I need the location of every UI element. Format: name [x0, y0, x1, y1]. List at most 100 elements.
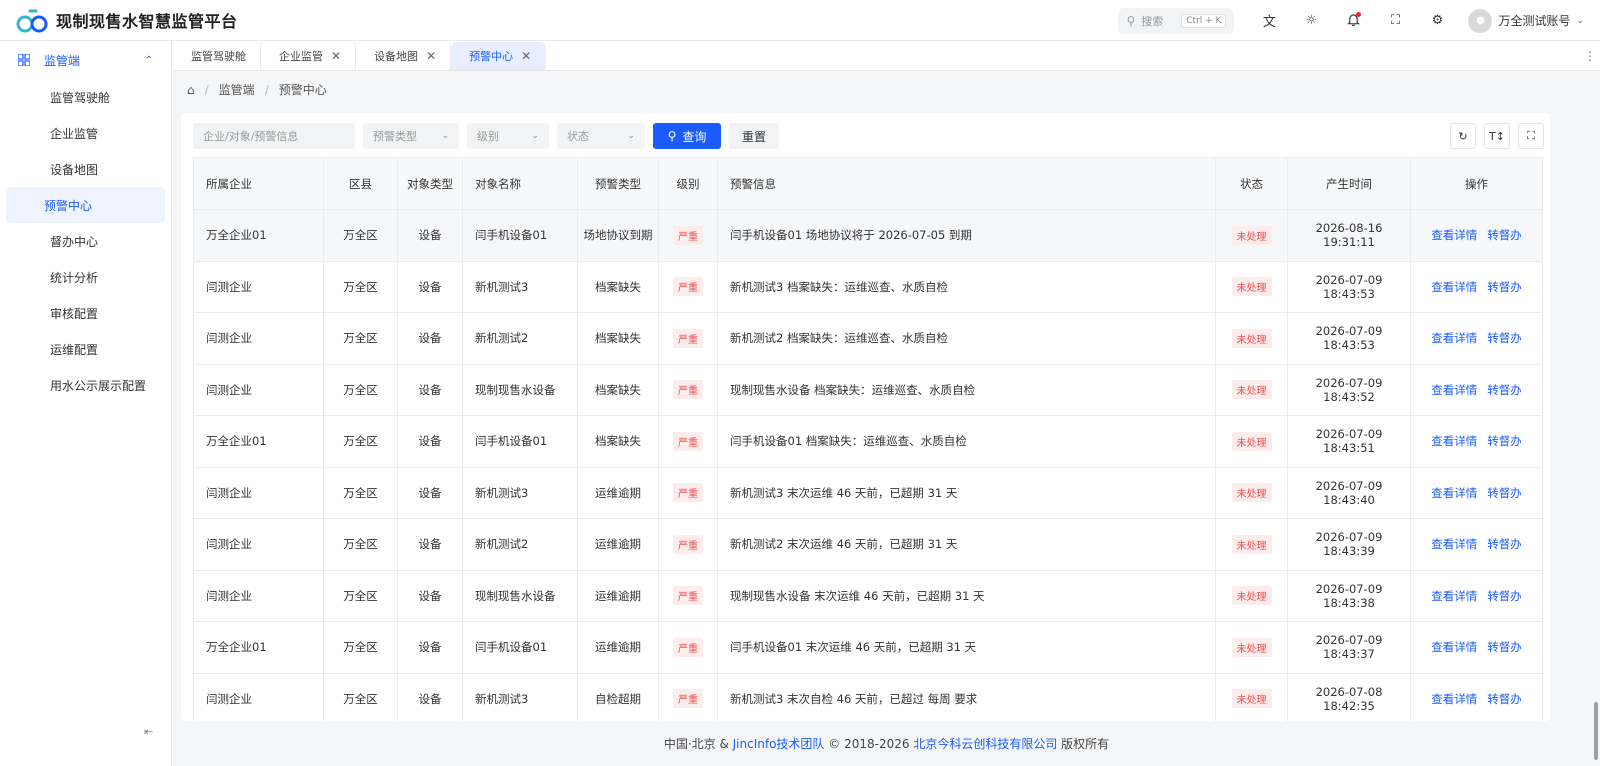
refresh-icon[interactable]: ↻ [1450, 123, 1476, 149]
table-row[interactable]: 闫测企业 万全区 设备 新机测试3 自检超期 严重 新机测试3 末次自检 46 天前，已超过… [193, 672, 1543, 725]
view-detail-link[interactable]: 查看详情 [1431, 228, 1477, 242]
view-detail-link[interactable]: 查看详情 [1431, 537, 1477, 551]
escalate-link[interactable]: 转督办 [1487, 640, 1522, 654]
notification-bell-icon[interactable] [1339, 7, 1367, 35]
search-shortcut: Ctrl + K [1181, 13, 1227, 28]
cell-alert-type: 档案缺失 [577, 415, 659, 468]
settings-gear-icon[interactable]: ⚙ [1423, 7, 1451, 35]
close-icon[interactable]: ✕ [426, 49, 436, 63]
tab-device-map[interactable]: 设备地图 ✕ [356, 42, 452, 70]
escalate-link[interactable]: 转督办 [1487, 692, 1522, 706]
table-row[interactable]: 闫测企业 万全区 设备 新机测试2 档案缺失 严重 新机测试2 档案缺失：运维巡查、水质自检… [193, 312, 1543, 365]
close-icon[interactable]: ✕ [521, 49, 531, 63]
translate-icon[interactable]: 文 [1255, 7, 1283, 35]
cell-alert-info: 新机测试3 末次自检 46 天前，已超过 每周 要求 [717, 672, 1216, 725]
level-badge: 严重 [673, 277, 703, 297]
table-row[interactable]: 闫测企业 万全区 设备 新机测试3 运维逾期 严重 新机测试3 末次运维 46 天前，已超期… [193, 466, 1543, 519]
chevron-down-icon: ⌄ [531, 131, 539, 141]
escalate-link[interactable]: 转督办 [1487, 589, 1522, 603]
fullscreen-icon[interactable]: ⛶ [1381, 7, 1409, 35]
table-row[interactable]: 万全企业01 万全区 设备 闫手机设备01 运维逾期 严重 闫手机设备01 末次运维 46 … [193, 621, 1543, 674]
footer-team-link[interactable]: JincInfo技术团队 [733, 735, 825, 752]
cell-alert-info: 闫手机设备01 场地协议将于 2026-07-05 到期 [717, 209, 1216, 262]
escalate-link[interactable]: 转督办 [1487, 331, 1522, 345]
theme-sun-icon[interactable]: ☼ [1297, 7, 1325, 35]
view-detail-link[interactable]: 查看详情 [1431, 589, 1477, 603]
close-icon[interactable]: ✕ [331, 49, 341, 63]
tab-enterprise[interactable]: 企业监管 ✕ [261, 42, 357, 70]
tab-alert-center[interactable]: 预警中心 ✕ [451, 42, 547, 70]
tab-cockpit[interactable]: 监管驾驶舱 [173, 42, 261, 70]
cell-object-type: 设备 [397, 466, 463, 519]
escalate-link[interactable]: 转督办 [1487, 537, 1522, 551]
global-search[interactable]: ⚲ 搜索 Ctrl + K [1118, 7, 1235, 34]
sidebar-group-supervision[interactable]: 监管端 ⌃ [0, 41, 171, 79]
col-header: 对象名称 [462, 157, 578, 210]
cell-object-name: 新机测试3 [462, 672, 578, 725]
query-button[interactable]: ⚲ 查询 [653, 123, 721, 149]
sidebar-item-statistics[interactable]: 统计分析 [6, 259, 165, 295]
table-row[interactable]: 万全企业01 万全区 设备 闫手机设备01 场地协议到期 严重 闫手机设备01 场地协议将于… [193, 209, 1543, 262]
table-row[interactable]: 闫测企业 万全区 设备 现制现售水设备 运维逾期 严重 现制现售水设备 末次运维 46 天前… [193, 569, 1543, 622]
sidebar-item-enterprise[interactable]: 企业监管 [6, 115, 165, 151]
cell-district: 万全区 [323, 621, 398, 674]
sidebar-item-alert-center[interactable]: 预警中心 [6, 187, 165, 223]
status-badge: 未处理 [1231, 483, 1272, 503]
notification-badge [1356, 11, 1362, 17]
view-detail-link[interactable]: 查看详情 [1431, 280, 1477, 294]
footer-company-link[interactable]: 北京今科云创科技有限公司 [913, 735, 1057, 752]
cell-actions: 查看详情 转督办 [1410, 672, 1543, 725]
escalate-link[interactable]: 转督办 [1487, 486, 1522, 500]
view-detail-link[interactable]: 查看详情 [1431, 434, 1477, 448]
escalate-link[interactable]: 转督办 [1487, 280, 1522, 294]
escalate-link[interactable]: 转督办 [1487, 383, 1522, 397]
cell-object-name: 新机测试3 [462, 260, 578, 313]
status-select[interactable]: 状态 ⌄ [557, 123, 645, 149]
view-detail-link[interactable]: 查看详情 [1431, 486, 1477, 500]
cell-actions: 查看详情 转督办 [1410, 312, 1543, 365]
collapse-sidebar-icon[interactable]: ⇤ [144, 725, 153, 738]
view-detail-link[interactable]: 查看详情 [1431, 331, 1477, 345]
cell-object-name: 新机测试2 [462, 518, 578, 571]
user-menu[interactable]: ● 万全测试账号 ⌄ [1468, 8, 1584, 33]
cell-object-name: 现制现售水设备 [462, 569, 578, 622]
search-label: 搜索 [1141, 14, 1164, 28]
breadcrumb: ⌂ / 监管端 / 预警中心 [187, 81, 327, 98]
view-detail-link[interactable]: 查看详情 [1431, 692, 1477, 706]
cell-district: 万全区 [323, 672, 398, 725]
sidebar-item-ops-config[interactable]: 运维配置 [6, 331, 165, 367]
footer-prefix: 中国·北京 & [663, 737, 729, 751]
col-header: 预警信息 [717, 157, 1216, 210]
scrollbar[interactable] [1594, 702, 1598, 760]
escalate-link[interactable]: 转督办 [1487, 434, 1522, 448]
keyword-input[interactable]: 企业/对象/预警信息 [193, 123, 355, 149]
table-row[interactable]: 闫测企业 万全区 设备 现制现售水设备 档案缺失 严重 现制现售水设备 档案缺失：运维巡查、… [193, 363, 1543, 416]
cell-object-name: 新机测试2 [462, 312, 578, 365]
sidebar-item-water-display-config[interactable]: 用水公示展示配置 [6, 367, 165, 403]
table-row[interactable]: 闫测企业 万全区 设备 新机测试3 档案缺失 严重 新机测试3 档案缺失：运维巡查、水质自检… [193, 260, 1543, 313]
sidebar-item-device-map[interactable]: 设备地图 [6, 151, 165, 187]
fullscreen-icon[interactable]: ⛶ [1518, 123, 1544, 149]
column-height-icon[interactable]: T↕ [1484, 123, 1510, 149]
view-detail-link[interactable]: 查看详情 [1431, 640, 1477, 654]
escalate-link[interactable]: 转督办 [1487, 228, 1522, 242]
logo[interactable]: 现制现售水智慧监管平台 [0, 7, 300, 33]
table-row[interactable]: 闫测企业 万全区 设备 新机测试2 运维逾期 严重 新机测试2 末次运维 46 天前，已超期… [193, 518, 1543, 571]
cell-level: 严重 [658, 672, 718, 725]
view-detail-link[interactable]: 查看详情 [1431, 383, 1477, 397]
sidebar-item-supervise-center[interactable]: 督办中心 [6, 223, 165, 259]
breadcrumb-parent[interactable]: 监管端 [219, 81, 255, 98]
more-vertical-icon[interactable]: ⋮ [1584, 49, 1596, 63]
alert-type-select[interactable]: 预警类型 ⌄ [363, 123, 459, 149]
reset-button[interactable]: 重置 [729, 123, 779, 149]
level-select[interactable]: 级别 ⌄ [467, 123, 549, 149]
cell-district: 万全区 [323, 466, 398, 519]
cell-time: 2026-07-09 18:43:37 [1287, 621, 1411, 674]
sidebar-item-cockpit[interactable]: 监管驾驶舱 [6, 79, 165, 115]
keyword-placeholder: 企业/对象/预警信息 [203, 130, 299, 143]
cell-time: 2026-07-09 18:43:39 [1287, 518, 1411, 571]
home-icon[interactable]: ⌂ [187, 83, 195, 97]
table-row[interactable]: 万全企业01 万全区 设备 闫手机设备01 档案缺失 严重 闫手机设备01 档案缺失：运维巡… [193, 415, 1543, 468]
sidebar: 监管端 ⌃ 监管驾驶舱 企业监管 设备地图 预警中心 督办中心 统计分析 审核配… [0, 41, 172, 766]
sidebar-item-audit-config[interactable]: 审核配置 [6, 295, 165, 331]
